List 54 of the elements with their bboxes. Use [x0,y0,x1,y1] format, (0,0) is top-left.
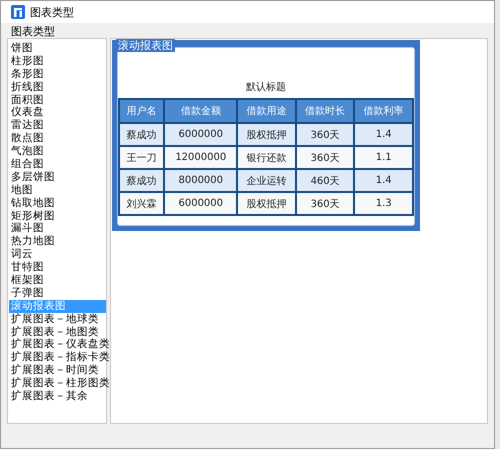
window-title: 图表类型 [30,4,74,20]
chart-type-item[interactable]: 雷达图 [9,119,106,132]
chart-type-item[interactable]: 甘特图 [9,261,106,274]
chart-type-item[interactable]: 扩展图表－时间类 [9,364,106,378]
chart-type-item[interactable]: 气泡图 [9,145,106,158]
column-header: 用户名 [119,99,164,123]
column-header: 借款金额 [164,99,238,123]
chart-type-item[interactable]: 词云 [9,248,106,262]
column-header: 借款时长 [296,99,354,123]
chart-type-item[interactable]: 框架图 [9,274,106,287]
chart-title: 默认标题 [246,80,286,94]
chart-type-item[interactable]: 矩形树图 [9,210,106,222]
chart-type-item[interactable]: 仪表盘 [9,106,106,120]
table-cell: 蔡成功 [119,123,164,146]
table-cell: 股权抵押 [237,123,296,146]
chart-type-item[interactable]: 折线图 [9,80,106,94]
table-cell: 王一刀 [119,146,164,169]
table-cell: 企业运转 [237,169,296,192]
table-cell: 刘兴霖 [119,192,164,215]
table-cell: 1.4 [354,123,413,146]
chart-type-item[interactable]: 扩展图表－地图类 [9,326,106,338]
chart-type-item[interactable]: 地图 [9,184,106,197]
table-cell: 6000000 [164,123,238,146]
chart-type-item[interactable]: 扩展图表－其余 [9,390,106,403]
chart-type-item[interactable]: 热力地图 [9,235,106,248]
table-cell: 股权抵押 [237,192,296,215]
group-label: 图表类型 [11,25,55,38]
chart-type-item[interactable]: 子弹图 [9,286,106,300]
app-logo-icon [11,5,25,19]
chart-type-item[interactable]: 钻取地图 [9,196,106,210]
table-cell: 蔡成功 [119,169,164,192]
preview-label: 滚动报表图 [116,39,175,52]
chart-type-item[interactable]: 扩展图表－地球类 [9,312,106,326]
table-cell: 1.1 [354,146,413,169]
chart-type-item[interactable]: 柱形图 [9,54,106,68]
table-cell: 银行还款 [237,146,296,169]
table-cell: 360天 [296,146,354,169]
chart-type-item[interactable]: 面积图 [9,94,106,106]
table-cell: 6000000 [164,192,238,215]
chart-type-item[interactable]: 散点图 [9,132,106,146]
column-header: 借款用途 [237,99,296,123]
chart-type-item[interactable]: 条形图 [9,68,106,81]
chart-type-item[interactable]: 饼图 [9,42,106,55]
table-cell: 8000000 [164,169,238,192]
chart-type-item[interactable]: 组合图 [9,158,106,171]
table-cell: 1.3 [354,192,413,215]
chart-type-item[interactable]: 多层饼图 [9,170,106,184]
column-header: 借款利率 [354,99,413,123]
table-cell: 460天 [296,169,354,192]
table-cell: 1.4 [354,169,413,192]
table-cell: 12000000 [164,146,238,169]
table-cell: 360天 [296,123,354,146]
chart-type-item[interactable]: 漏斗图 [9,222,106,236]
table-cell: 360天 [296,192,354,215]
